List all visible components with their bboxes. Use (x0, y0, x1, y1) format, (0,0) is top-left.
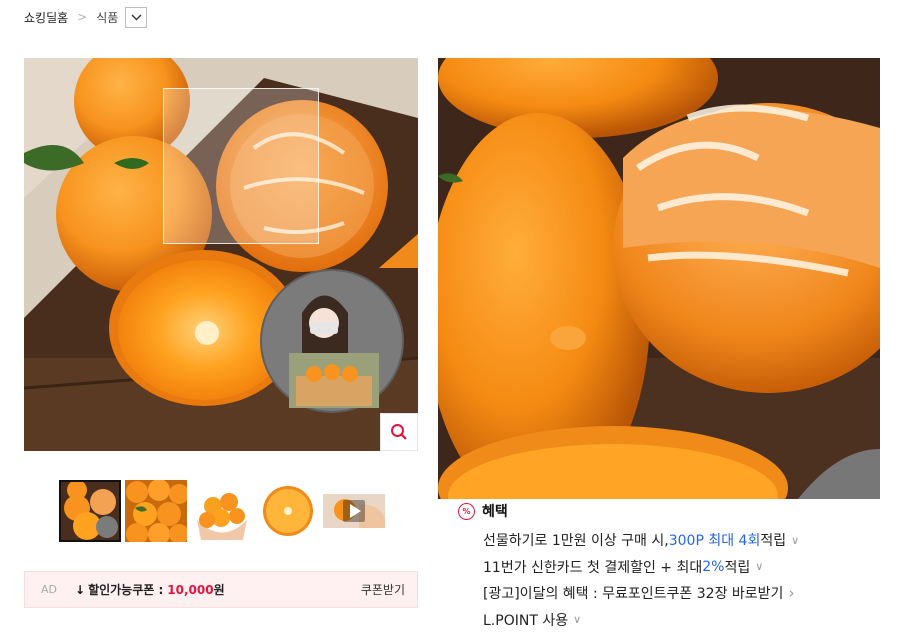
chevron-right-icon: › (788, 584, 795, 603)
chevron-down-icon (131, 14, 142, 20)
thumbnail-image (191, 480, 253, 542)
coupon-unit: 원 (213, 583, 225, 597)
benefit-text-suffix: 적립 (760, 533, 787, 550)
thumbnail-tangerine-pile[interactable] (125, 480, 187, 542)
benefits-heading: % 혜택 (458, 501, 508, 521)
benefit-text: [광고]이달의 혜택 : 무료포인트쿠폰 32장 바로받기 (483, 586, 784, 603)
thumbnail-image (257, 480, 319, 542)
chevron-right-icon: > (77, 10, 88, 24)
category-dropdown-button[interactable] (125, 6, 148, 28)
tangerine-zoom-photo (438, 58, 880, 499)
thumbnail-tangerine-half[interactable] (257, 480, 319, 542)
breadcrumb-category[interactable]: 식품 (96, 9, 118, 26)
coupon-amount: 10,000 (167, 582, 214, 597)
ad-label: AD (41, 583, 57, 596)
chevron-down-icon: ∨ (755, 560, 764, 574)
benefit-highlight: 300P 최대 4회 (668, 533, 761, 550)
thumbnail-strip (59, 480, 389, 542)
benefit-monthly-coupons[interactable]: [광고]이달의 혜택 : 무료포인트쿠폰 32장 바로받기 › (483, 580, 799, 607)
coupon-label: 할인가능쿠폰 : (88, 583, 164, 597)
chevron-down-icon: ∨ (573, 613, 582, 627)
zoom-lens[interactable] (163, 88, 319, 244)
benefits-list: 선물하기로 1만원 이상 구매 시, 300P 최대 4회 적립 ∨ 11번가 … (483, 527, 799, 633)
zoom-button[interactable] (380, 413, 418, 451)
benefit-text: 11번가 신한카드 첫 결제할인 + 최대 (483, 559, 703, 576)
breadcrumb-home-link[interactable]: 쇼킹딜홈 (24, 9, 68, 26)
thumbnail-image (125, 480, 187, 542)
thumbnail-tangerines-in-hands[interactable] (191, 480, 253, 542)
benefit-highlight: 2% (702, 558, 725, 575)
thumbnail-image (323, 480, 385, 542)
search-icon (391, 424, 407, 440)
get-coupon-button[interactable]: 쿠폰받기 (361, 581, 405, 598)
benefit-text: L.POINT 사용 (483, 612, 569, 629)
percent-badge-icon: % (458, 502, 475, 520)
benefit-text-suffix: 적립 (724, 559, 751, 576)
chevron-down-icon: ∨ (791, 533, 800, 547)
main-product-image[interactable] (24, 58, 418, 451)
zoom-preview-image (438, 58, 880, 499)
benefit-text: 선물하기로 1만원 이상 구매 시, (483, 533, 669, 550)
thumbnail-tangerines-with-farmer[interactable] (59, 480, 121, 542)
benefits-title: 혜택 (482, 504, 508, 520)
thumbnail-video[interactable] (323, 480, 385, 542)
thumbnail-image (59, 480, 121, 542)
benefit-lpoint[interactable]: L.POINT 사용 ∨ (483, 607, 799, 634)
benefit-gift-points[interactable]: 선물하기로 1만원 이상 구매 시, 300P 최대 4회 적립 ∨ (483, 527, 799, 554)
download-arrow-icon: ↓ (75, 582, 86, 597)
breadcrumb: 쇼킹딜홈 > 식품 (24, 6, 148, 28)
benefit-shinhan-card[interactable]: 11번가 신한카드 첫 결제할인 + 최대 2% 적립 ∨ (483, 554, 799, 581)
coupon-bar: AD ↓ 할인가능쿠폰 : 10,000 원 쿠폰받기 (24, 571, 418, 608)
